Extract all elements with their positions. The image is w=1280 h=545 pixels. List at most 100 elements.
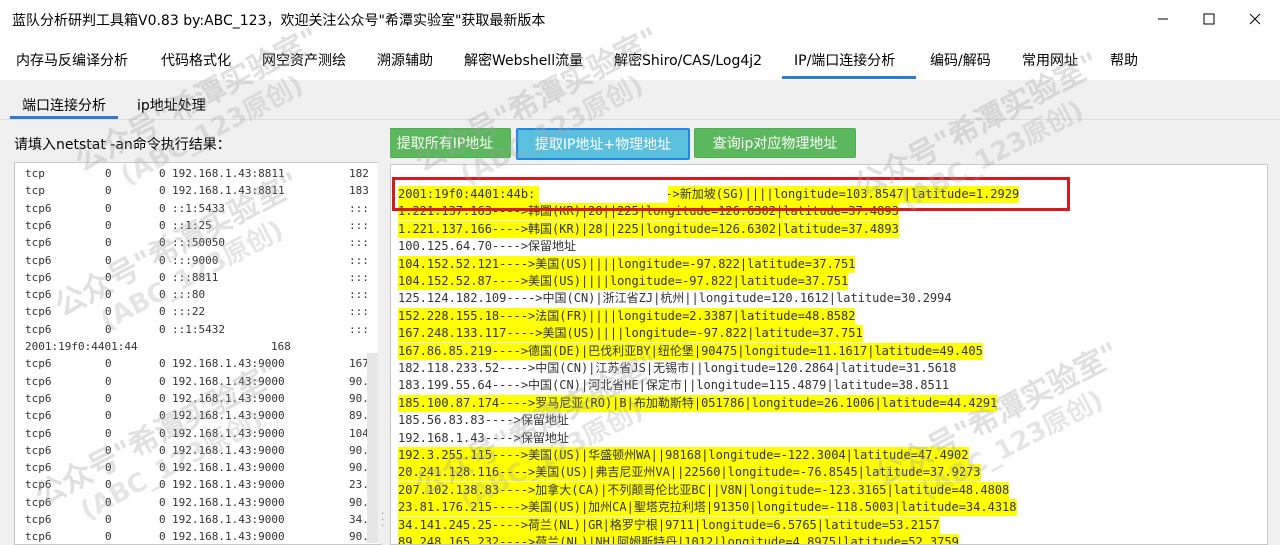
netstat-send-q: 0 [159, 409, 166, 423]
netstat-proto: tcp6 [25, 218, 52, 232]
netstat-recv-q: 0 [105, 236, 112, 250]
netstat-proto: tcp6 [25, 461, 52, 475]
tab-shiro-decrypt[interactable]: 解密Shiro/CAS/Log4j2 [614, 50, 762, 70]
subtab-ip-processing[interactable]: ip地址处理 [137, 95, 206, 115]
netstat-proto: tcp6 [25, 253, 52, 267]
netstat-send-q: 0 [159, 530, 166, 544]
netstat-send-q: 0 [159, 513, 166, 526]
tab-memshell-decompile[interactable]: 内存马反编译分析 [16, 50, 128, 70]
query-physical-address-button[interactable]: 查询ip对应物理地址 [694, 128, 856, 158]
netstat-proto: tcp6 [25, 426, 52, 440]
netstat-send-q: 0 [159, 443, 166, 457]
netstat-send-q: 0 [159, 201, 166, 215]
tab-ip-port-analysis[interactable]: IP/端口连接分析 [794, 50, 895, 70]
netstat-recv-q: 0 [105, 201, 112, 215]
result-line: 185.100.87.174---->罗马尼亚(RO)|B|布加勒斯特|0517… [398, 394, 998, 412]
netstat-proto: tcp6 [25, 288, 52, 302]
sub-tab-bar: 端口连接分析 ip地址处理 [0, 80, 1280, 122]
netstat-local-address: 192.168.1.43:9000 [172, 409, 285, 423]
result-line: 1.221.137.166---->韩国(KR)|28||225|longitu… [398, 220, 899, 238]
netstat-foreign-address: ::: [349, 253, 369, 267]
tab-webshell-decrypt[interactable]: 解密Webshell流量 [464, 50, 583, 70]
main-tab-bar: 内存马反编译分析 代码格式化 网空资产测绘 溯源辅助 解密Webshell流量 … [0, 38, 1280, 81]
result-line: 183.199.55.64---->中国(CN)|河北省HE|保定市||long… [398, 378, 950, 393]
netstat-send-q: 0 [159, 288, 166, 302]
netstat-local-address: 192.168.1.43:9000 [172, 443, 285, 457]
extract-all-ip-button[interactable]: 提取所有IP地址 [379, 128, 511, 158]
highlight-annotation-box [392, 177, 1070, 211]
netstat-row: tcp6 0 0 192.168.1.43:9000 34. [25, 513, 381, 530]
netstat-recv-q: 0 [105, 167, 112, 180]
netstat-send-q: 0 [159, 167, 166, 180]
netstat-local-address: ::1:5433 [172, 201, 225, 215]
netstat-recv-q: 0 [105, 322, 112, 336]
netstat-foreign-address: 90. [349, 443, 369, 457]
result-line: 89.248.165.232---->荷兰(NL)|NH|阿姆斯特丹|1012|… [398, 534, 959, 544]
tab-common-urls[interactable]: 常用网址 [1022, 50, 1078, 70]
netstat-row: tcp6 0 0:::8811::: [25, 271, 381, 288]
netstat-row: tcp6 0 0::1:25::: [25, 219, 381, 236]
netstat-foreign-address: 182 [349, 167, 369, 180]
netstat-row: tcp 0 0 192.168.1.43:8811 183 [25, 184, 381, 201]
netstat-proto: tcp6 [25, 201, 52, 215]
window-title: 蓝队分析研判工具箱V0.83 by:ABC_123，欢迎关注公众号"希潭实验室"… [12, 13, 546, 29]
netstat-recv-q: 0 [105, 357, 112, 371]
result-line: 125.124.182.109---->中国(CN)|浙江省ZJ|杭州||lon… [398, 291, 952, 306]
minimize-button[interactable] [1140, 0, 1186, 38]
panel-splitter[interactable] [378, 122, 390, 543]
result-line: 23.81.176.215---->美国(US)|加州CA|聖塔克拉利塔|913… [398, 499, 1017, 517]
netstat-foreign-address: 90. [349, 530, 369, 544]
netstat-recv-q: 0 [105, 374, 112, 388]
maximize-icon [1203, 13, 1215, 25]
netstat-recv-q: 0 [105, 253, 112, 267]
netstat-proto: tcp6 [25, 409, 52, 423]
result-line: 192.3.255.115---->美国(US)|华盛顿州WA||98168|l… [398, 447, 969, 464]
maximize-button[interactable] [1186, 0, 1232, 38]
netstat-foreign-address: 90. [349, 391, 369, 405]
netstat-foreign-address: 90. [349, 374, 369, 388]
netstat-foreign-address: 104 [349, 426, 369, 440]
netstat-foreign-address: ::: [349, 218, 369, 232]
netstat-recv-q: 0 [105, 426, 112, 440]
netstat-row: tcp6 0 0 192.168.1.43:9000 90. [25, 496, 381, 513]
netstat-row: tcp6 0 0 192.168.1.43:9000 89. [25, 409, 381, 426]
netstat-send-q: 0 [159, 184, 166, 198]
tab-code-format[interactable]: 代码格式化 [161, 50, 231, 70]
netstat-local-address: 192.168.1.43:9000 [172, 357, 285, 371]
netstat-proto: tcp6 [25, 270, 52, 284]
result-line: 104.152.52.121---->美国(US)||||longitude=-… [398, 255, 856, 273]
netstat-foreign-address: 34. [349, 513, 369, 526]
netstat-recv-q: 0 [105, 443, 112, 457]
netstat-row: 2001:19f0:4401:44 168 [25, 340, 381, 357]
netstat-foreign-address: 89. [349, 409, 369, 423]
extract-ip-physical-button[interactable]: 提取IP地址+物理地址 [516, 128, 690, 160]
netstat-send-q: 0 [159, 236, 166, 250]
netstat-input-textarea[interactable]: tcp 0 0 192.168.1.43:8811 182 tcp 0 0 192.168.1.… [14, 162, 382, 545]
tab-help[interactable]: 帮助 [1110, 50, 1138, 70]
subtab-port-analysis[interactable]: 端口连接分析 [22, 95, 106, 115]
netstat-recv-q: 0 [105, 288, 112, 302]
netstat-foreign-address: 183 [349, 184, 369, 198]
tab-asset-mapping[interactable]: 网空资产测绘 [262, 50, 346, 70]
netstat-local-address: ::1:25 [172, 218, 212, 232]
netstat-local-address: 192.168.1.43:9000 [172, 426, 285, 440]
netstat-local-address: 192.168.1.43:9000 [172, 530, 285, 544]
netstat-proto: tcp6 [25, 391, 52, 405]
netstat-row: tcp6 0 0::1:5433::: [25, 202, 381, 219]
result-line: 167.86.85.219---->德国(DE)|巴伐利亚BY|纽伦堡|9047… [398, 342, 983, 360]
netstat-full-address: 2001:19f0:4401:44 [25, 340, 138, 353]
netstat-foreign-address: 23. [349, 478, 369, 492]
result-output-textarea[interactable]: 2001:19f0:4401:44b: ---->新加坡(SG)||||long… [390, 164, 1268, 545]
netstat-proto: tcp [25, 184, 45, 198]
netstat-recv-q: 0 [105, 218, 112, 232]
netstat-proto: tcp6 [25, 305, 52, 319]
result-line: 100.125.64.70---->保留地址 [398, 239, 577, 254]
netstat-local-address: 192.168.1.43:9000 [172, 391, 285, 405]
netstat-recv-q: 0 [105, 495, 112, 509]
tab-encode-decode[interactable]: 编码/解码 [930, 50, 991, 70]
netstat-local-address: 192.168.1.43:9000 [172, 461, 285, 475]
close-button[interactable] [1232, 0, 1278, 38]
netstat-send-q: 0 [159, 391, 166, 405]
tab-tracing[interactable]: 溯源辅助 [377, 50, 433, 70]
netstat-local-address: :::9000 [172, 253, 219, 267]
